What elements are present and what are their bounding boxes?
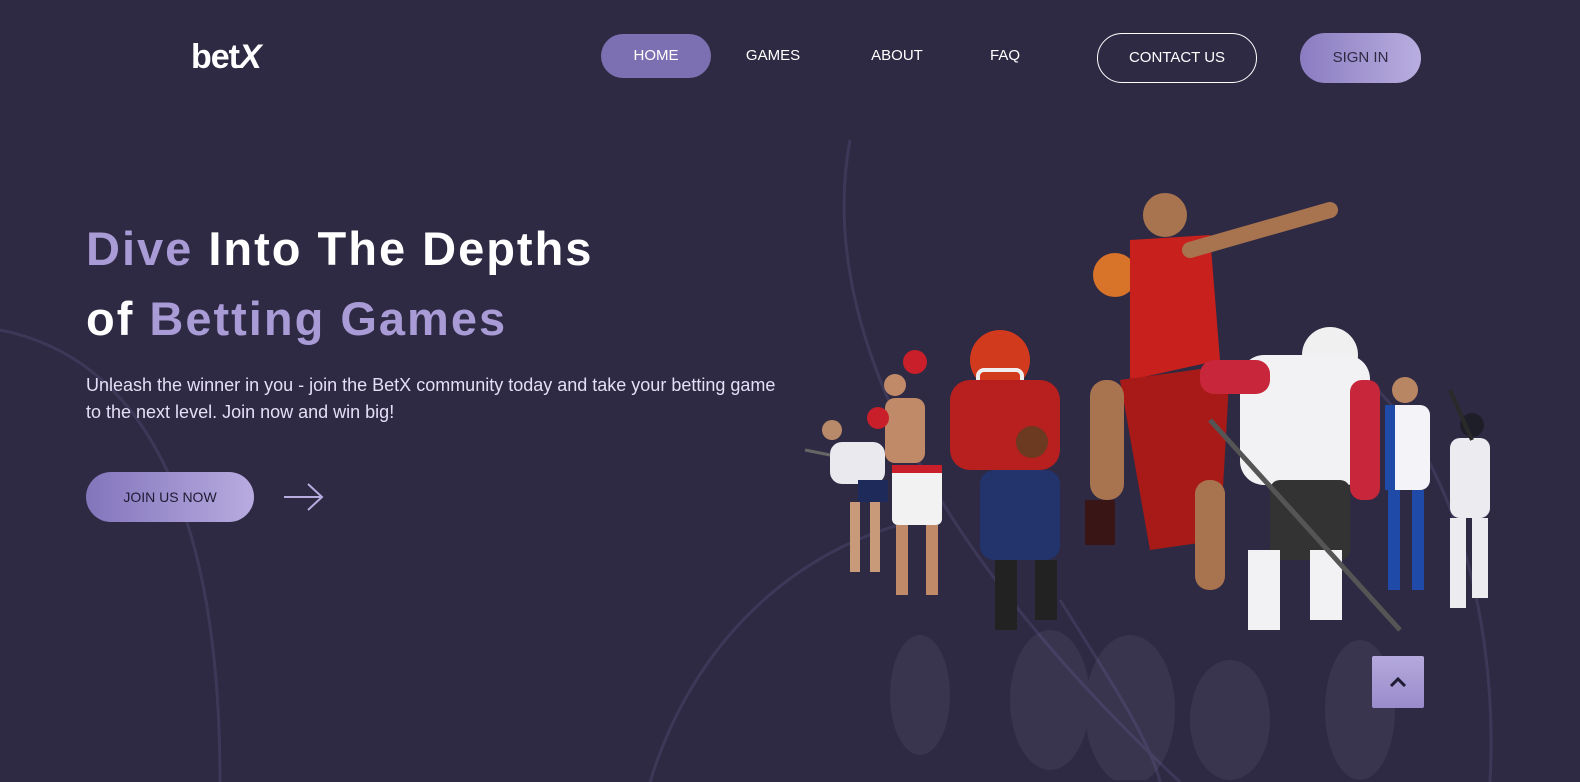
betx-logo[interactable]: betX xyxy=(191,38,262,77)
hero-title: Dive Into The Depths of Betting Games xyxy=(86,214,786,354)
nav-games[interactable]: GAMES xyxy=(740,34,806,78)
logo-text-bet: bet xyxy=(191,38,240,76)
landing-page: betX HOME GAMES ABOUT FAQ CONTACT US SIG… xyxy=(0,0,1580,782)
hero-title-dive: Dive xyxy=(86,222,194,275)
football-player xyxy=(950,330,1060,630)
logo-text-x: X xyxy=(239,38,262,76)
hockey-player xyxy=(1200,327,1402,632)
hero-title-betting-games: Betting Games xyxy=(149,292,508,345)
hero-title-into-the-depths: Into The Depths xyxy=(193,222,594,275)
contact-us-button[interactable]: CONTACT US xyxy=(1097,33,1257,83)
nav-home[interactable]: HOME xyxy=(601,34,711,78)
join-us-now-button[interactable]: JOIN US NOW xyxy=(86,472,254,522)
soccer-player xyxy=(1385,377,1430,590)
nav-faq[interactable]: FAQ xyxy=(985,34,1025,78)
arrow-right-icon[interactable] xyxy=(282,481,326,513)
hero-title-of: of xyxy=(86,292,150,345)
nav-about[interactable]: ABOUT xyxy=(862,34,932,78)
scroll-to-top-button[interactable] xyxy=(1372,656,1424,708)
chevron-up-icon xyxy=(1389,676,1407,688)
hero-subtitle: Unleash the winner in you - join the Bet… xyxy=(86,375,776,422)
sign-in-button[interactable]: SIGN IN xyxy=(1300,33,1421,83)
baseball-player xyxy=(1448,389,1490,608)
tennis-player xyxy=(804,420,888,572)
